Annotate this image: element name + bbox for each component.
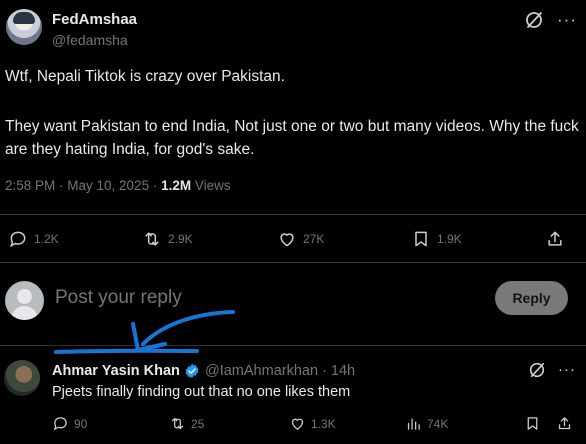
reply-author-name[interactable]: Ahmar Yasin Khan bbox=[52, 363, 180, 379]
reply-button[interactable]: Reply bbox=[495, 281, 568, 315]
reply-views-count: 74K bbox=[427, 416, 449, 431]
repost-icon bbox=[145, 232, 159, 246]
reply-share-action[interactable] bbox=[556, 415, 573, 432]
reply-reply-action[interactable]: 90 bbox=[52, 415, 87, 432]
views-label: Views bbox=[191, 178, 231, 193]
more-icon[interactable]: ··· bbox=[557, 11, 577, 28]
bookmark-icon bbox=[527, 417, 538, 430]
like-icon bbox=[280, 233, 294, 247]
reply-icon bbox=[10, 231, 26, 248]
reply-author-avatar[interactable] bbox=[4, 360, 40, 396]
tweet-text-line-2: They want Pakistan to end India, Not jus… bbox=[5, 118, 579, 158]
reply-repost-count: 25 bbox=[191, 416, 205, 431]
reply-reply-count: 90 bbox=[74, 416, 88, 431]
grok-icon[interactable] bbox=[524, 10, 544, 30]
author-handle[interactable]: @fedamsha bbox=[52, 32, 128, 48]
views-count: 1.2M bbox=[161, 178, 192, 193]
bookmark-action[interactable]: 1.9K bbox=[411, 229, 462, 249]
tweet-timestamp[interactable]: 2:58 PM · May 10, 2025 · bbox=[5, 178, 161, 193]
verified-badge-icon bbox=[185, 364, 199, 378]
reply-icon bbox=[53, 417, 67, 431]
reply-like-count: 1.3K bbox=[311, 416, 336, 431]
avatar-placeholder-icon bbox=[5, 281, 44, 320]
author-avatar[interactable] bbox=[6, 9, 42, 45]
like-count: 27K bbox=[303, 232, 325, 246]
share-action[interactable] bbox=[545, 229, 565, 249]
more-icon[interactable]: ··· bbox=[558, 362, 576, 377]
author-name[interactable]: FedAmshaa bbox=[52, 11, 137, 28]
like-icon bbox=[291, 418, 304, 430]
repost-icon bbox=[171, 417, 184, 430]
repost-action[interactable]: 2.9K bbox=[142, 229, 193, 249]
reply-count: 1.2K bbox=[34, 232, 59, 246]
like-action[interactable]: 27K bbox=[277, 229, 324, 249]
bookmark-count: 1.9K bbox=[437, 232, 462, 246]
grok-icon[interactable] bbox=[528, 361, 546, 379]
views-icon bbox=[407, 418, 420, 430]
divider bbox=[0, 262, 586, 263]
reply-views-action[interactable]: 74K bbox=[405, 415, 448, 432]
share-icon bbox=[548, 231, 562, 246]
reply-input[interactable]: Post your reply bbox=[55, 287, 182, 309]
reply-like-action[interactable]: 1.3K bbox=[289, 415, 336, 432]
reply-bookmark-action[interactable] bbox=[524, 415, 541, 432]
reply-text: Pjeets finally finding out that no one l… bbox=[52, 384, 351, 400]
tweet-meta: 2:58 PM · May 10, 2025 · 1.2M Views bbox=[5, 178, 231, 193]
repost-count: 2.9K bbox=[168, 232, 193, 246]
reply-author-handle[interactable]: @IamAhmarkhan · 14h bbox=[205, 363, 355, 379]
tweet-text-line-1: Wtf, Nepali Tiktok is crazy over Pakista… bbox=[5, 68, 285, 85]
bookmark-icon bbox=[415, 231, 427, 247]
divider bbox=[0, 214, 586, 215]
reply-action[interactable]: 1.2K bbox=[8, 229, 59, 249]
reply-repost-action[interactable]: 25 bbox=[169, 415, 204, 432]
divider bbox=[0, 345, 586, 346]
share-icon bbox=[558, 417, 571, 430]
